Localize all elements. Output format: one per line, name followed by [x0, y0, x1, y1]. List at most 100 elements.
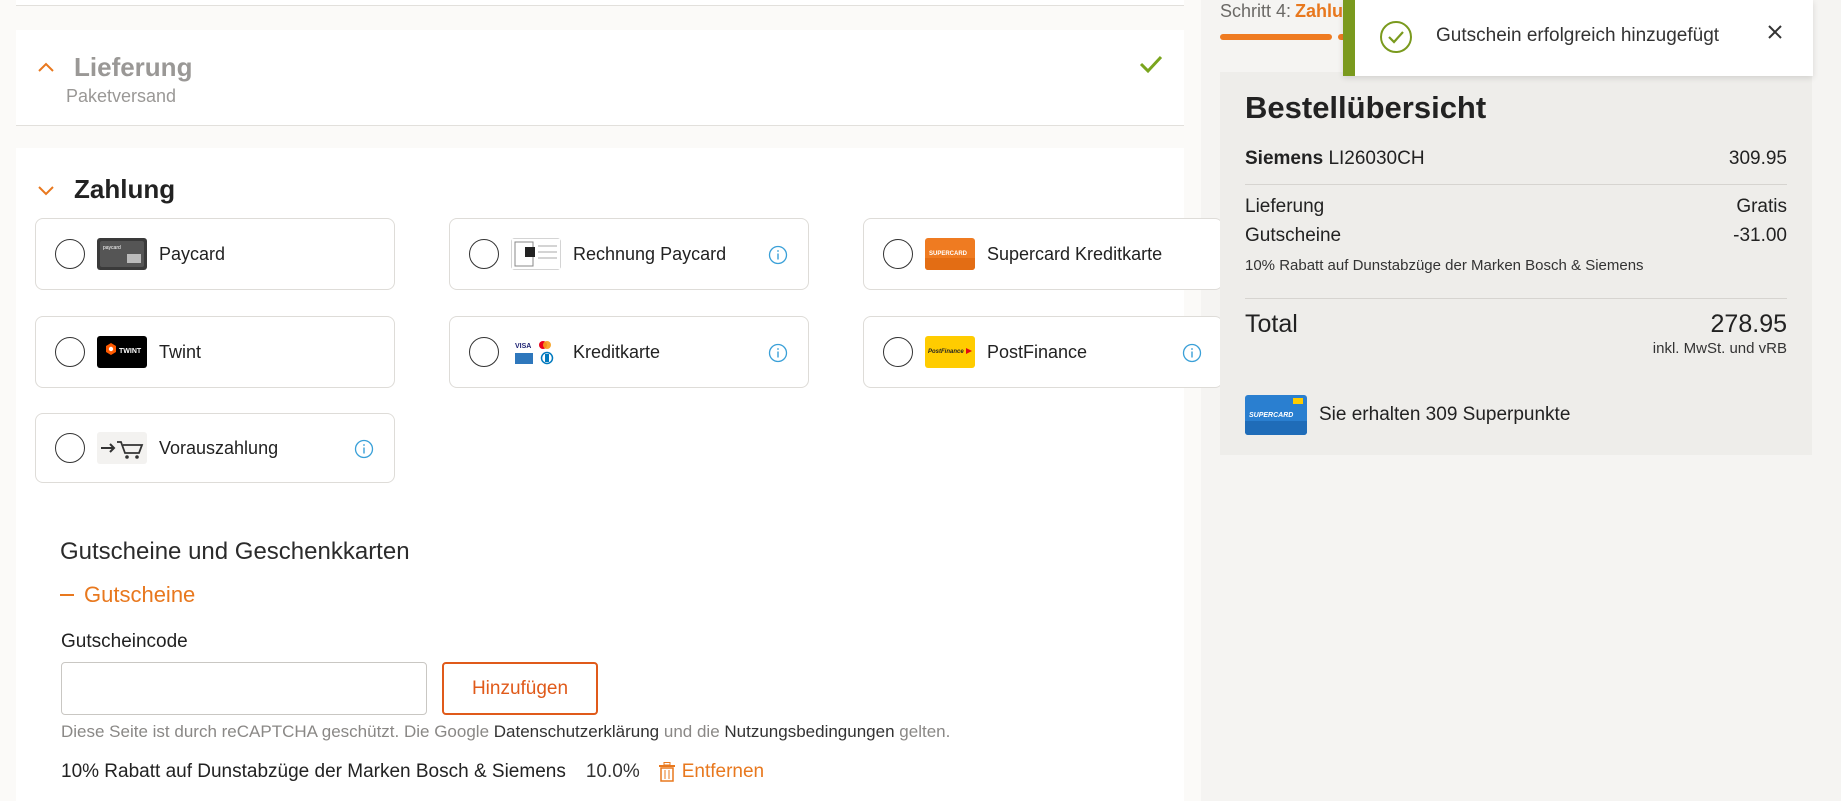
- add-voucher-button[interactable]: Hinzufügen: [442, 662, 598, 715]
- radio-postfinance[interactable]: [883, 337, 913, 367]
- checkout-main: Lieferung Paketversand Zahlung paycard P…: [0, 0, 1223, 801]
- recaptcha-prefix: Diese Seite ist durch reCAPTCHA geschütz…: [61, 722, 490, 741]
- twint-logo-icon: TWINT: [97, 336, 147, 368]
- order-summary: Bestellübersicht Siemens LI26030CH 309.9…: [1220, 72, 1812, 455]
- superpoints-info: SUPERCARD Sie erhalten 309 Superpunkte: [1245, 395, 1570, 435]
- payment-option-label: Vorauszahlung: [159, 437, 279, 458]
- item-model: LI26030CH: [1328, 148, 1425, 169]
- payment-option-prepayment[interactable]: Vorauszahlung: [35, 413, 395, 483]
- info-icon[interactable]: [768, 245, 788, 265]
- info-icon[interactable]: [354, 439, 374, 459]
- payment-header[interactable]: Zahlung: [34, 174, 175, 205]
- supercard-icon: SUPERCARD: [1245, 395, 1307, 435]
- delivery-section[interactable]: Lieferung Paketversand: [16, 30, 1184, 126]
- payment-option-invoice-paycard[interactable]: Rechnung Paycard: [449, 218, 809, 290]
- info-icon[interactable]: [768, 343, 788, 363]
- check-circle-icon: [1379, 20, 1413, 54]
- delivery-value: Gratis: [1736, 196, 1787, 217]
- vouchers-toggle-label: Gutscheine: [84, 582, 196, 607]
- radio-prepayment[interactable]: [55, 433, 85, 463]
- checkout-step: Schritt 4: Zahlu: [1220, 1, 1343, 22]
- payment-option-label: PostFinance: [987, 341, 1088, 362]
- total-label: Total: [1245, 310, 1298, 338]
- svg-text:TWINT: TWINT: [119, 348, 142, 355]
- delivery-subtitle: Paketversand: [66, 86, 177, 106]
- delivery-label: Lieferung: [1245, 196, 1325, 217]
- payment-option-twint[interactable]: TWINT Twint: [35, 316, 395, 388]
- voucher-code-input[interactable]: [61, 662, 427, 715]
- radio-supercard-credit[interactable]: [883, 239, 913, 269]
- svg-text:SUPERCARD: SUPERCARD: [929, 251, 968, 257]
- voucher-label: Gutscheine: [1245, 225, 1342, 246]
- previous-section-edge: [16, 0, 1184, 6]
- item-price: 309.95: [1728, 148, 1787, 169]
- remove-voucher-button[interactable]: Entfernen: [658, 761, 764, 783]
- summary-delivery-row: Lieferung Gratis: [1245, 196, 1787, 218]
- payment-option-supercard-credit[interactable]: SUPERCARD Supercard Kreditkarte: [863, 218, 1223, 290]
- payment-option-label: Kreditkarte: [573, 341, 661, 362]
- payment-option-label: Paycard: [159, 243, 226, 264]
- svg-text:SUPERCARD: SUPERCARD: [1249, 412, 1293, 419]
- privacy-link[interactable]: Datenschutzerklärung: [494, 722, 659, 741]
- total-tax-note: inkl. MwSt. und vRB: [1652, 340, 1787, 357]
- payment-option-label: Supercard Kreditkarte: [987, 243, 1163, 264]
- payment-option-paycard[interactable]: paycard Paycard: [35, 218, 395, 290]
- creditcards-logo-icon: VISA: [511, 336, 561, 368]
- svg-text:VISA: VISA: [515, 343, 531, 350]
- payment-option-label: Twint: [159, 341, 202, 362]
- applied-voucher: 10% Rabatt auf Dunstabzüge der Marken Bo…: [61, 761, 764, 783]
- payment-option-label: Rechnung Paycard: [573, 243, 727, 264]
- payment-option-postfinance[interactable]: PostFinance PostFinance: [863, 316, 1223, 388]
- checkmark-icon: [1138, 52, 1164, 76]
- trash-icon: [658, 762, 675, 782]
- item-brand: Siemens: [1245, 148, 1324, 169]
- summary-item-row: Siemens LI26030CH 309.95: [1245, 148, 1787, 170]
- minus-icon: [60, 594, 74, 596]
- gift-section-title: Gutscheine und Geschenkkarten: [60, 538, 410, 565]
- toast-accent-bar: [1343, 0, 1355, 76]
- voucher-value: -31.00: [1733, 225, 1787, 246]
- step-prefix: Schritt 4:: [1220, 1, 1292, 21]
- chevron-up-icon[interactable]: [34, 56, 58, 80]
- svg-text:PostFinance: PostFinance: [928, 349, 964, 355]
- invoice-logo-icon: [511, 238, 561, 270]
- progress-fill: [1220, 34, 1332, 40]
- recaptcha-suffix: gelten.: [899, 722, 951, 741]
- superpoints-text: Sie erhalten 309 Superpunkte: [1319, 404, 1571, 425]
- step-current: Zahlu: [1295, 1, 1344, 21]
- supercard-credit-logo-icon: SUPERCARD: [925, 238, 975, 270]
- voucher-code-label: Gutscheincode: [61, 631, 188, 652]
- recaptcha-notice: Diese Seite ist durch reCAPTCHA geschütz…: [61, 722, 950, 742]
- radio-twint[interactable]: [55, 337, 85, 367]
- summary-divider: [1245, 298, 1787, 299]
- chevron-down-icon[interactable]: [34, 178, 58, 202]
- vouchers-toggle[interactable]: Gutscheine: [60, 582, 195, 608]
- radio-paycard[interactable]: [55, 239, 85, 269]
- success-toast: Gutschein erfolgreich hinzugefügt: [1343, 0, 1813, 76]
- svg-text:paycard: paycard: [103, 245, 121, 251]
- radio-creditcard[interactable]: [469, 337, 499, 367]
- paycard-logo-icon: paycard: [97, 238, 147, 270]
- close-icon[interactable]: [1765, 22, 1785, 42]
- summary-title: Bestellübersicht: [1245, 90, 1487, 125]
- payment-section: Zahlung paycard Paycard Rechnung Paycard: [16, 148, 1223, 801]
- radio-invoice-paycard[interactable]: [469, 239, 499, 269]
- postfinance-logo-icon: PostFinance: [925, 336, 975, 368]
- applied-voucher-percent: 10.0%: [585, 761, 640, 782]
- voucher-note: 10% Rabatt auf Dunstabzüge der Marken Bo…: [1245, 257, 1644, 274]
- toast-message: Gutschein erfolgreich hinzugefügt: [1436, 25, 1720, 46]
- terms-link[interactable]: Nutzungsbedingungen: [724, 722, 894, 741]
- payment-option-creditcard[interactable]: VISA Kreditkarte: [449, 316, 809, 388]
- payment-title: Zahlung: [74, 174, 176, 204]
- remove-voucher-label: Entfernen: [681, 761, 765, 782]
- summary-voucher-row: Gutscheine -31.00: [1245, 225, 1787, 247]
- total-value: 278.95: [1710, 310, 1787, 338]
- delivery-header[interactable]: Lieferung: [34, 52, 192, 83]
- prepayment-logo-icon: [97, 432, 147, 464]
- recaptcha-middle: und die: [663, 722, 720, 741]
- info-icon[interactable]: [1182, 343, 1202, 363]
- summary-divider: [1245, 184, 1787, 185]
- delivery-title: Lieferung: [74, 52, 193, 82]
- summary-total-row: Total 278.95: [1245, 310, 1787, 339]
- applied-voucher-name: 10% Rabatt auf Dunstabzüge der Marken Bo…: [61, 761, 566, 782]
